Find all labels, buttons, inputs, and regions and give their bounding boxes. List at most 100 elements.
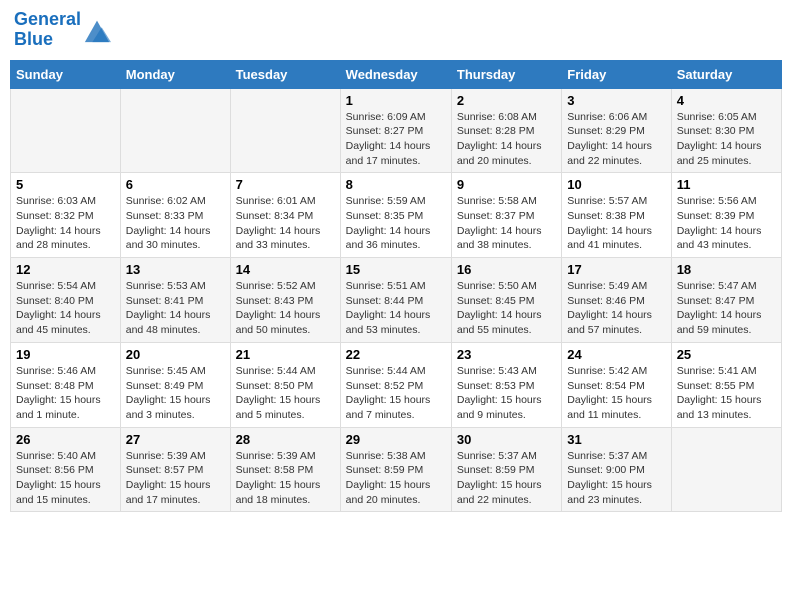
calendar-cell: 19 Sunrise: 5:46 AM Sunset: 8:48 PM Dayli… bbox=[11, 342, 121, 427]
calendar-cell: 15Sunrise: 5:51 AM Sunset: 8:44 PM Dayli… bbox=[340, 258, 451, 343]
day-number: 1 bbox=[346, 93, 446, 108]
day-number: 11 bbox=[677, 177, 776, 192]
day-info: Sunrise: 5:49 AM Sunset: 8:46 PM Dayligh… bbox=[567, 279, 665, 338]
weekday-header-thursday: Thursday bbox=[451, 60, 561, 88]
day-info: Sunrise: 5:39 AM Sunset: 8:57 PM Dayligh… bbox=[126, 449, 225, 508]
day-info: Sunrise: 5:50 AM Sunset: 8:45 PM Dayligh… bbox=[457, 279, 556, 338]
day-info: Sunrise: 5:58 AM Sunset: 8:37 PM Dayligh… bbox=[457, 194, 556, 253]
calendar-cell: 30 Sunrise: 5:37 AM Sunset: 8:59 PM Dayli… bbox=[451, 427, 561, 512]
day-number: 14 bbox=[236, 262, 335, 277]
day-info: Sunrise: 5:40 AM Sunset: 8:56 PM Dayligh… bbox=[16, 449, 115, 508]
day-info: Sunrise: 5:47 AM Sunset: 8:47 PM Dayligh… bbox=[677, 279, 776, 338]
calendar-cell: 1 Sunrise: 6:09 AM Sunset: 8:27 PM Daylig… bbox=[340, 88, 451, 173]
calendar-cell: 24 Sunrise: 5:42 AM Sunset: 8:54 PM Dayli… bbox=[562, 342, 671, 427]
logo-text: General Blue bbox=[14, 10, 81, 50]
calendar-week-row: 19 Sunrise: 5:46 AM Sunset: 8:48 PM Dayli… bbox=[11, 342, 782, 427]
calendar-cell: 18 Sunrise: 5:47 AM Sunset: 8:47 PM Dayli… bbox=[671, 258, 781, 343]
day-info: Sunrise: 5:54 AM Sunset: 8:40 PM Dayligh… bbox=[16, 279, 115, 338]
day-info: Sunrise: 6:02 AM Sunset: 8:33 PM Dayligh… bbox=[126, 194, 225, 253]
weekday-header-sunday: Sunday bbox=[11, 60, 121, 88]
day-info: Sunrise: 5:37 AM Sunset: 9:00 PM Dayligh… bbox=[567, 449, 665, 508]
calendar-cell bbox=[230, 88, 340, 173]
logo-icon bbox=[83, 16, 111, 44]
calendar-cell: 3 Sunrise: 6:06 AM Sunset: 8:29 PM Daylig… bbox=[562, 88, 671, 173]
day-number: 3 bbox=[567, 93, 665, 108]
calendar-cell: 23Sunrise: 5:43 AM Sunset: 8:53 PM Dayli… bbox=[451, 342, 561, 427]
calendar-cell: 16 Sunrise: 5:50 AM Sunset: 8:45 PM Dayli… bbox=[451, 258, 561, 343]
day-number: 4 bbox=[677, 93, 776, 108]
day-info: Sunrise: 5:57 AM Sunset: 8:38 PM Dayligh… bbox=[567, 194, 665, 253]
day-number: 31 bbox=[567, 432, 665, 447]
day-info: Sunrise: 6:08 AM Sunset: 8:28 PM Dayligh… bbox=[457, 110, 556, 169]
calendar-cell: 12Sunrise: 5:54 AM Sunset: 8:40 PM Dayli… bbox=[11, 258, 121, 343]
calendar-cell: 13 Sunrise: 5:53 AM Sunset: 8:41 PM Dayli… bbox=[120, 258, 230, 343]
day-number: 20 bbox=[126, 347, 225, 362]
day-info: Sunrise: 5:53 AM Sunset: 8:41 PM Dayligh… bbox=[126, 279, 225, 338]
day-number: 18 bbox=[677, 262, 776, 277]
calendar-cell: 14 Sunrise: 5:52 AM Sunset: 8:43 PM Dayli… bbox=[230, 258, 340, 343]
calendar-cell: 25 Sunrise: 5:41 AM Sunset: 8:55 PM Dayli… bbox=[671, 342, 781, 427]
weekday-header-wednesday: Wednesday bbox=[340, 60, 451, 88]
calendar-cell bbox=[671, 427, 781, 512]
day-number: 24 bbox=[567, 347, 665, 362]
day-info: Sunrise: 5:56 AM Sunset: 8:39 PM Dayligh… bbox=[677, 194, 776, 253]
day-number: 27 bbox=[126, 432, 225, 447]
day-number: 25 bbox=[677, 347, 776, 362]
day-info: Sunrise: 5:37 AM Sunset: 8:59 PM Dayligh… bbox=[457, 449, 556, 508]
calendar-cell: 11 Sunrise: 5:56 AM Sunset: 8:39 PM Dayli… bbox=[671, 173, 781, 258]
day-number: 17 bbox=[567, 262, 665, 277]
day-info: Sunrise: 5:41 AM Sunset: 8:55 PM Dayligh… bbox=[677, 364, 776, 423]
calendar-cell: 7 Sunrise: 6:01 AM Sunset: 8:34 PM Daylig… bbox=[230, 173, 340, 258]
day-info: Sunrise: 6:05 AM Sunset: 8:30 PM Dayligh… bbox=[677, 110, 776, 169]
day-number: 6 bbox=[126, 177, 225, 192]
day-info: Sunrise: 5:51 AM Sunset: 8:44 PM Dayligh… bbox=[346, 279, 446, 338]
day-number: 9 bbox=[457, 177, 556, 192]
calendar-cell bbox=[11, 88, 121, 173]
day-number: 30 bbox=[457, 432, 556, 447]
day-number: 2 bbox=[457, 93, 556, 108]
day-info: Sunrise: 6:06 AM Sunset: 8:29 PM Dayligh… bbox=[567, 110, 665, 169]
calendar-week-row: 26 Sunrise: 5:40 AM Sunset: 8:56 PM Dayli… bbox=[11, 427, 782, 512]
logo: General Blue bbox=[14, 10, 111, 50]
day-number: 19 bbox=[16, 347, 115, 362]
day-info: Sunrise: 5:46 AM Sunset: 8:48 PM Dayligh… bbox=[16, 364, 115, 423]
weekday-header-row: SundayMondayTuesdayWednesdayThursdayFrid… bbox=[11, 60, 782, 88]
calendar-cell bbox=[120, 88, 230, 173]
day-info: Sunrise: 6:03 AM Sunset: 8:32 PM Dayligh… bbox=[16, 194, 115, 253]
page-header: General Blue bbox=[10, 10, 782, 50]
day-info: Sunrise: 5:44 AM Sunset: 8:50 PM Dayligh… bbox=[236, 364, 335, 423]
day-number: 22 bbox=[346, 347, 446, 362]
calendar-cell: 6 Sunrise: 6:02 AM Sunset: 8:33 PM Daylig… bbox=[120, 173, 230, 258]
day-number: 28 bbox=[236, 432, 335, 447]
day-number: 13 bbox=[126, 262, 225, 277]
day-number: 7 bbox=[236, 177, 335, 192]
calendar-cell: 22 Sunrise: 5:44 AM Sunset: 8:52 PM Dayli… bbox=[340, 342, 451, 427]
day-number: 10 bbox=[567, 177, 665, 192]
day-info: Sunrise: 5:59 AM Sunset: 8:35 PM Dayligh… bbox=[346, 194, 446, 253]
calendar-week-row: 5Sunrise: 6:03 AM Sunset: 8:32 PM Daylig… bbox=[11, 173, 782, 258]
day-info: Sunrise: 5:43 AM Sunset: 8:53 PM Dayligh… bbox=[457, 364, 556, 423]
calendar-cell: 29 Sunrise: 5:38 AM Sunset: 8:59 PM Dayli… bbox=[340, 427, 451, 512]
calendar-cell: 4 Sunrise: 6:05 AM Sunset: 8:30 PM Daylig… bbox=[671, 88, 781, 173]
day-info: Sunrise: 6:09 AM Sunset: 8:27 PM Dayligh… bbox=[346, 110, 446, 169]
calendar-cell: 27 Sunrise: 5:39 AM Sunset: 8:57 PM Dayli… bbox=[120, 427, 230, 512]
calendar-cell: 10 Sunrise: 5:57 AM Sunset: 8:38 PM Dayli… bbox=[562, 173, 671, 258]
day-number: 8 bbox=[346, 177, 446, 192]
day-number: 26 bbox=[16, 432, 115, 447]
day-info: Sunrise: 5:39 AM Sunset: 8:58 PM Dayligh… bbox=[236, 449, 335, 508]
day-info: Sunrise: 6:01 AM Sunset: 8:34 PM Dayligh… bbox=[236, 194, 335, 253]
calendar-cell: 20Sunrise: 5:45 AM Sunset: 8:49 PM Dayli… bbox=[120, 342, 230, 427]
calendar-cell: 9 Sunrise: 5:58 AM Sunset: 8:37 PM Daylig… bbox=[451, 173, 561, 258]
calendar-cell: 2 Sunrise: 6:08 AM Sunset: 8:28 PM Daylig… bbox=[451, 88, 561, 173]
day-info: Sunrise: 5:38 AM Sunset: 8:59 PM Dayligh… bbox=[346, 449, 446, 508]
day-info: Sunrise: 5:44 AM Sunset: 8:52 PM Dayligh… bbox=[346, 364, 446, 423]
calendar-cell: 17 Sunrise: 5:49 AM Sunset: 8:46 PM Dayli… bbox=[562, 258, 671, 343]
calendar-cell: 8 Sunrise: 5:59 AM Sunset: 8:35 PM Daylig… bbox=[340, 173, 451, 258]
day-number: 29 bbox=[346, 432, 446, 447]
day-number: 16 bbox=[457, 262, 556, 277]
day-info: Sunrise: 5:42 AM Sunset: 8:54 PM Dayligh… bbox=[567, 364, 665, 423]
calendar-week-row: 1 Sunrise: 6:09 AM Sunset: 8:27 PM Daylig… bbox=[11, 88, 782, 173]
day-info: Sunrise: 5:52 AM Sunset: 8:43 PM Dayligh… bbox=[236, 279, 335, 338]
weekday-header-saturday: Saturday bbox=[671, 60, 781, 88]
day-number: 21 bbox=[236, 347, 335, 362]
